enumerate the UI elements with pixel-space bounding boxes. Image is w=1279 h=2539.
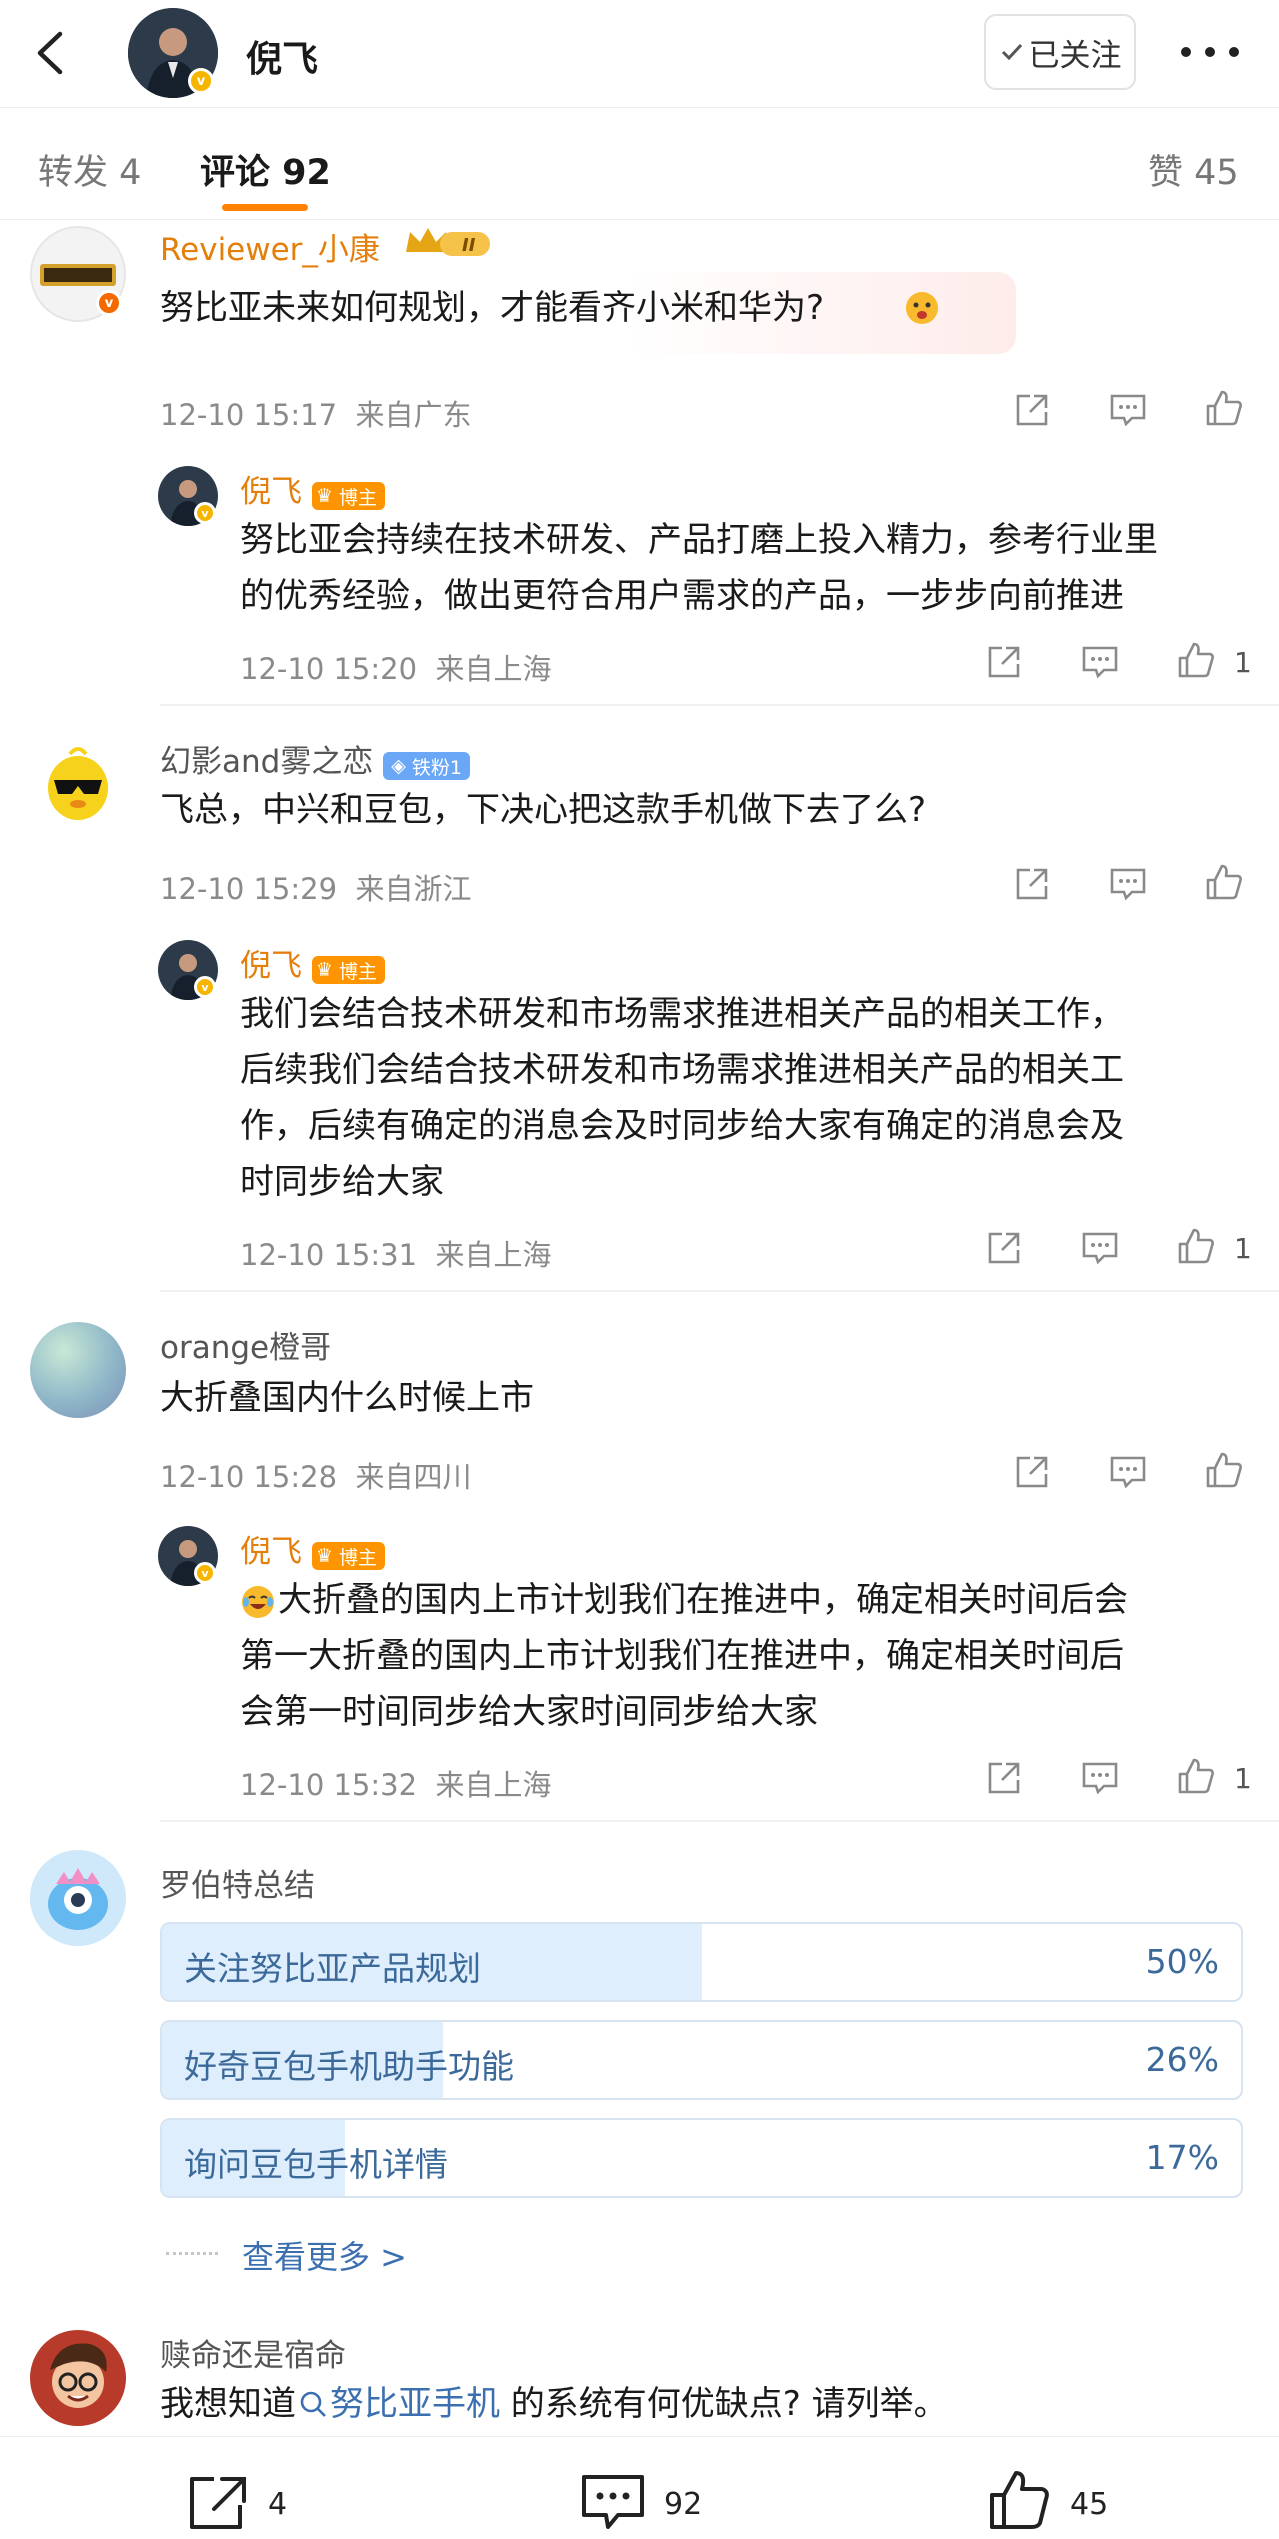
reply-time: 12-10 15:31 来自上海 (240, 1238, 552, 1272)
share-icon[interactable] (984, 642, 1024, 682)
like-count: 1 (1234, 646, 1252, 679)
comment-time: 12-10 15:29 来自浙江 (160, 872, 472, 906)
like-icon[interactable] (1176, 1226, 1216, 1266)
share-icon[interactable] (1012, 864, 1052, 904)
search-icon (300, 2391, 326, 2417)
summary-bot-avatar[interactable] (30, 1850, 126, 1946)
commenter-avatar[interactable] (30, 2330, 126, 2426)
topic-link[interactable]: 努比亚手机 (330, 2384, 500, 2424)
reply-text: 我们会结合技术研发和市场需求推进相关产品的相关工作， 后续我们会结合技术研发和市场… (240, 994, 1124, 1202)
tab-active-indicator (222, 204, 308, 211)
comment-text: 我想知道 努比亚手机 的系统有何优缺点? 请列举。 (160, 2384, 948, 2424)
follow-label: 已关注 (1028, 37, 1122, 74)
share-icon[interactable] (1012, 1452, 1052, 1492)
comment-text: 努比亚未来如何规划，才能看齐小米和华为? (160, 288, 825, 328)
comment-text: 飞总，中兴和豆包，下决心把这款手机做下去了么? (160, 790, 927, 830)
more-dots-icon[interactable] (1180, 46, 1240, 58)
share-icon[interactable] (1012, 390, 1052, 430)
reply-time: 12-10 15:32 来自上海 (240, 1768, 552, 1802)
check-icon (1001, 43, 1022, 61)
tab-bar: 转发 4 评论 92 赞 45 (0, 108, 1279, 220)
commenter-avatar[interactable] (30, 736, 126, 832)
poll-option[interactable]: 好奇豆包手机助手功能 26% (160, 2020, 1243, 2100)
commenter-name[interactable]: orange橙哥 (160, 1322, 331, 1367)
poll-percent: 26% (1145, 2040, 1219, 2079)
commenter-name[interactable]: 幻影and雾之恋 ◈ 铁粉1 (160, 736, 470, 781)
blogger-badge: ♛ 博主 (311, 482, 385, 510)
bottom-action-bar: 4 92 45 (0, 2436, 1279, 2539)
comment-icon[interactable] (1108, 864, 1148, 904)
commenter-name[interactable]: Reviewer_小康 (160, 224, 380, 269)
reply-time: 12-10 15:20 来自上海 (240, 652, 552, 686)
back-arrow-icon[interactable] (28, 28, 78, 78)
comment-icon[interactable] (580, 2471, 646, 2533)
divider (160, 1290, 1279, 1292)
comment-text: 大折叠国内什么时候上市 (160, 1378, 534, 1418)
comment-time: 12-10 15:28 来自四川 (160, 1460, 472, 1494)
share-icon[interactable] (984, 1228, 1024, 1268)
comment-time: 12-10 15:17 来自广东 (160, 398, 472, 432)
comment-icon[interactable] (1080, 1228, 1120, 1268)
share-icon[interactable] (984, 1758, 1024, 1798)
like-icon[interactable] (1176, 1756, 1216, 1796)
author-name: 倪飞 (246, 39, 319, 80)
like-icon[interactable] (1204, 388, 1244, 428)
summary-title: 罗伯特总结 (160, 1868, 315, 1904)
poll-option[interactable]: 关注努比亚产品规划 50% (160, 1922, 1243, 2002)
reply-text: 努比亚会持续在技术研发、产品打磨上投入精力，参考行业里 的优秀经验，做出更符合用户… (240, 520, 1158, 616)
blogger-badge: ♛ 博主 (311, 956, 385, 984)
verified-badge-icon: v (188, 68, 214, 94)
comment-icon[interactable] (1108, 1452, 1148, 1492)
like-icon[interactable] (1176, 640, 1216, 680)
comment-icon[interactable] (1108, 390, 1148, 430)
follow-button[interactable]: 已关注 (984, 14, 1136, 90)
commenter-name[interactable]: 赎命还是宿命 (160, 2330, 346, 2375)
like-count: 1 (1234, 1762, 1252, 1795)
like-count: 45 (1070, 2487, 1109, 2522)
tab-comments[interactable]: 评论 92 (200, 144, 331, 195)
like-icon[interactable] (986, 2467, 1052, 2533)
repost-count: 4 (268, 2487, 288, 2522)
tab-repost[interactable]: 转发 4 (38, 144, 141, 195)
comment-count: 92 (664, 2487, 703, 2522)
verified-badge-icon: v (194, 1562, 216, 1584)
poll-percent: 50% (1145, 1942, 1219, 1981)
commenter-avatar[interactable] (30, 1322, 126, 1418)
like-icon[interactable] (1204, 1450, 1244, 1490)
crown-level-icon: II (406, 228, 490, 256)
view-more-link[interactable]: 查看更多 > (242, 2232, 407, 2278)
like-count: 1 (1234, 1232, 1252, 1265)
emoji-icon (906, 292, 938, 324)
reply-author-name[interactable]: 倪飞 ♛ 博主 (240, 940, 385, 985)
poll-percent: 17% (1145, 2138, 1219, 2177)
poll-label: 关注努比亚产品规划 (184, 1949, 481, 1988)
comment-icon[interactable] (1080, 642, 1120, 682)
poll-option[interactable]: 询问豆包手机详情 17% (160, 2118, 1243, 2198)
poll-label: 好奇豆包手机助手功能 (184, 2047, 514, 2086)
divider (160, 1820, 1279, 1822)
like-icon[interactable] (1204, 862, 1244, 902)
comment-icon[interactable] (1080, 1758, 1120, 1798)
reply-text: 大折叠的国内上市计划我们在推进中，确定相关时间后会 第一大折叠的国内上市计划我们在… (240, 1580, 1128, 1732)
poll-label: 询问豆包手机详情 (184, 2145, 448, 2184)
dotted-leader (166, 2252, 218, 2255)
verified-badge-icon: v (96, 290, 122, 316)
fan-badge: ◈ 铁粉1 (383, 752, 470, 780)
blogger-badge: ♛ 博主 (311, 1542, 385, 1570)
verified-badge-icon: v (194, 502, 216, 524)
reply-author-name[interactable]: 倪飞 ♛ 博主 (240, 1526, 385, 1571)
reply-author-name[interactable]: 倪飞 ♛ 博主 (240, 466, 385, 511)
tab-likes[interactable]: 赞 45 (1148, 144, 1239, 195)
svg-text:II: II (462, 235, 476, 256)
repost-icon[interactable] (186, 2473, 250, 2533)
divider (160, 704, 1279, 706)
top-bar: v 倪飞 已关注 (0, 0, 1279, 108)
verified-badge-icon: v (194, 976, 216, 998)
